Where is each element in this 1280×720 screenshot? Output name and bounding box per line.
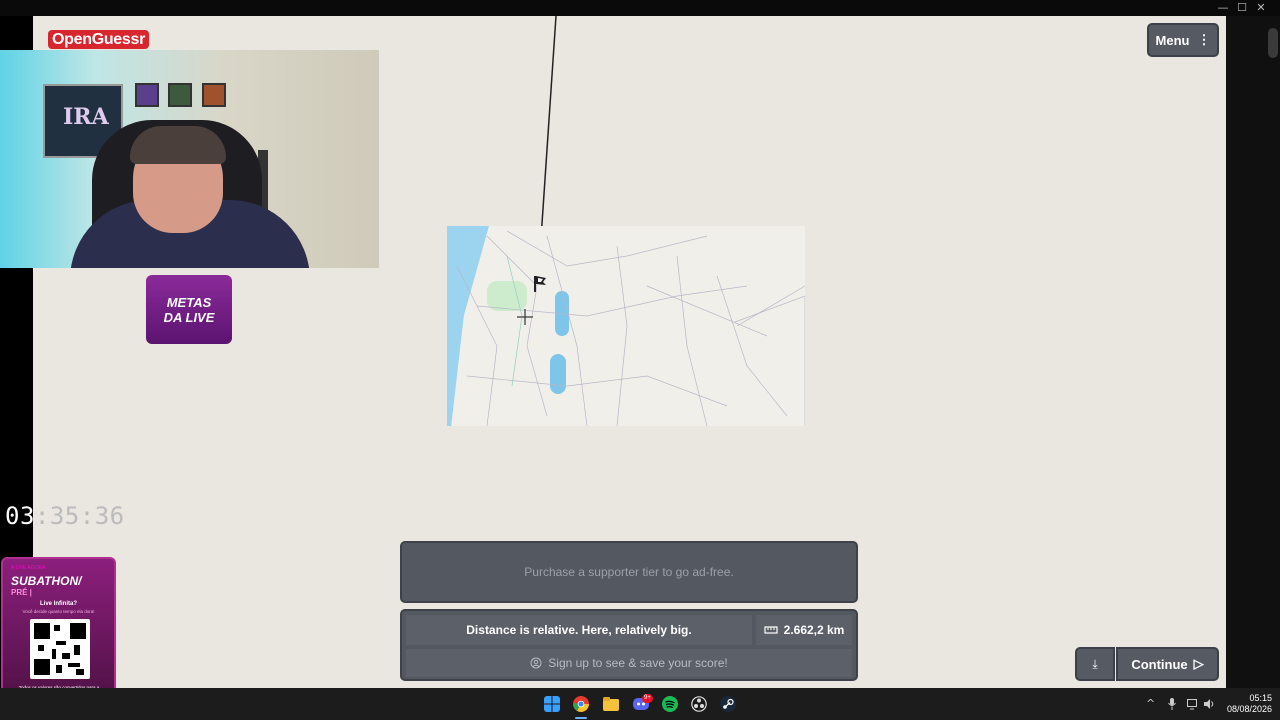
metas-line2: DA LIVE	[163, 309, 215, 325]
metas-da-live-badge: METAS DA LIVE	[146, 275, 232, 344]
wall-frame	[202, 83, 226, 107]
timer-hours: 03	[5, 502, 35, 530]
stream-timer: 03:35:36	[5, 502, 125, 530]
close-icon[interactable]: ✕	[1251, 1, 1271, 15]
download-button[interactable]: ⤓	[1075, 647, 1115, 681]
streamer-hair	[130, 126, 226, 164]
wall-poster-text: IRA	[63, 104, 109, 130]
download-icon: ⤓	[1092, 656, 1098, 671]
play-icon: ▷	[1193, 656, 1204, 671]
metas-line1: METAS	[166, 294, 212, 310]
subathon-tiny-text: A LIVE AGORA	[11, 565, 46, 571]
subathon-question-sub: Você decide quanto tempo ela dura!	[22, 609, 95, 614]
signup-button[interactable]: Sign up to see & save your score!	[406, 649, 852, 677]
folder-icon[interactable]	[603, 696, 619, 712]
ad-text[interactable]: Purchase a supporter tier to go ad-free.	[524, 565, 733, 579]
menu-button[interactable]: Menu ⋮	[1147, 23, 1219, 57]
menu-label: Menu	[1155, 32, 1190, 48]
subathon-question: Live Infinita?	[39, 601, 77, 607]
active-app-indicator	[575, 717, 587, 719]
qr-code	[30, 619, 90, 679]
webcam-overlay: IRA	[0, 50, 379, 268]
steam-icon[interactable]	[720, 696, 736, 712]
result-message-text: Distance is relative. Here, relatively b…	[466, 623, 692, 637]
result-message: Distance is relative. Here, relatively b…	[406, 615, 752, 645]
subathon-title: SUBATHON/	[11, 574, 82, 588]
scrollbar-thumb[interactable]	[1268, 28, 1278, 58]
subathon-subtitle: PRÉ |	[11, 588, 32, 597]
ruler-icon	[764, 626, 778, 634]
maximize-icon[interactable]: ☐	[1232, 1, 1252, 15]
distance-display: 2.662,2 km	[756, 615, 852, 645]
timer-rest: :35:36	[34, 502, 125, 530]
result-map[interactable]	[447, 226, 805, 426]
wall-frame	[168, 83, 192, 107]
clock-time: 05:15	[1249, 693, 1272, 703]
windows-start-icon[interactable]	[544, 696, 560, 712]
taskbar: 9+ ^ 05:15 08/08/2026	[0, 688, 1280, 720]
clock-date: 08/08/2026	[1226, 704, 1272, 714]
browser-scrollbar-area	[1226, 16, 1280, 688]
system-clock[interactable]: 05:15 08/08/2026	[1222, 693, 1272, 715]
signup-label: Sign up to see & save your score!	[548, 656, 728, 670]
obs-icon[interactable]	[691, 696, 707, 712]
chevron-up-icon[interactable]: ^	[1146, 697, 1155, 710]
result-panel: Distance is relative. Here, relatively b…	[400, 609, 858, 681]
flag-icon	[534, 276, 546, 292]
wall-frame	[135, 83, 159, 107]
more-vertical-icon: ⋮	[1197, 32, 1211, 47]
crosshair-icon	[517, 309, 533, 325]
spotify-icon[interactable]	[662, 696, 678, 712]
ad-panel: Purchase a supporter tier to go ad-free.	[400, 541, 858, 603]
continue-label: Continue	[1131, 656, 1188, 672]
volume-icon[interactable]	[1203, 698, 1215, 710]
minimize-icon[interactable]: —	[1213, 1, 1233, 15]
microphone-icon[interactable]	[1168, 698, 1176, 710]
window-titlebar: — ☐ ✕	[0, 0, 1280, 16]
map-roads	[456, 230, 805, 426]
continue-button[interactable]: Continue ▷	[1116, 647, 1219, 681]
network-icon[interactable]	[1187, 698, 1199, 710]
user-circle-icon	[530, 657, 542, 669]
openguessr-logo[interactable]: OpenGuessr	[48, 30, 150, 49]
distance-value: 2.662,2 km	[783, 623, 845, 637]
chrome-icon[interactable]	[573, 696, 589, 712]
notification-badge: 9+	[642, 694, 653, 703]
